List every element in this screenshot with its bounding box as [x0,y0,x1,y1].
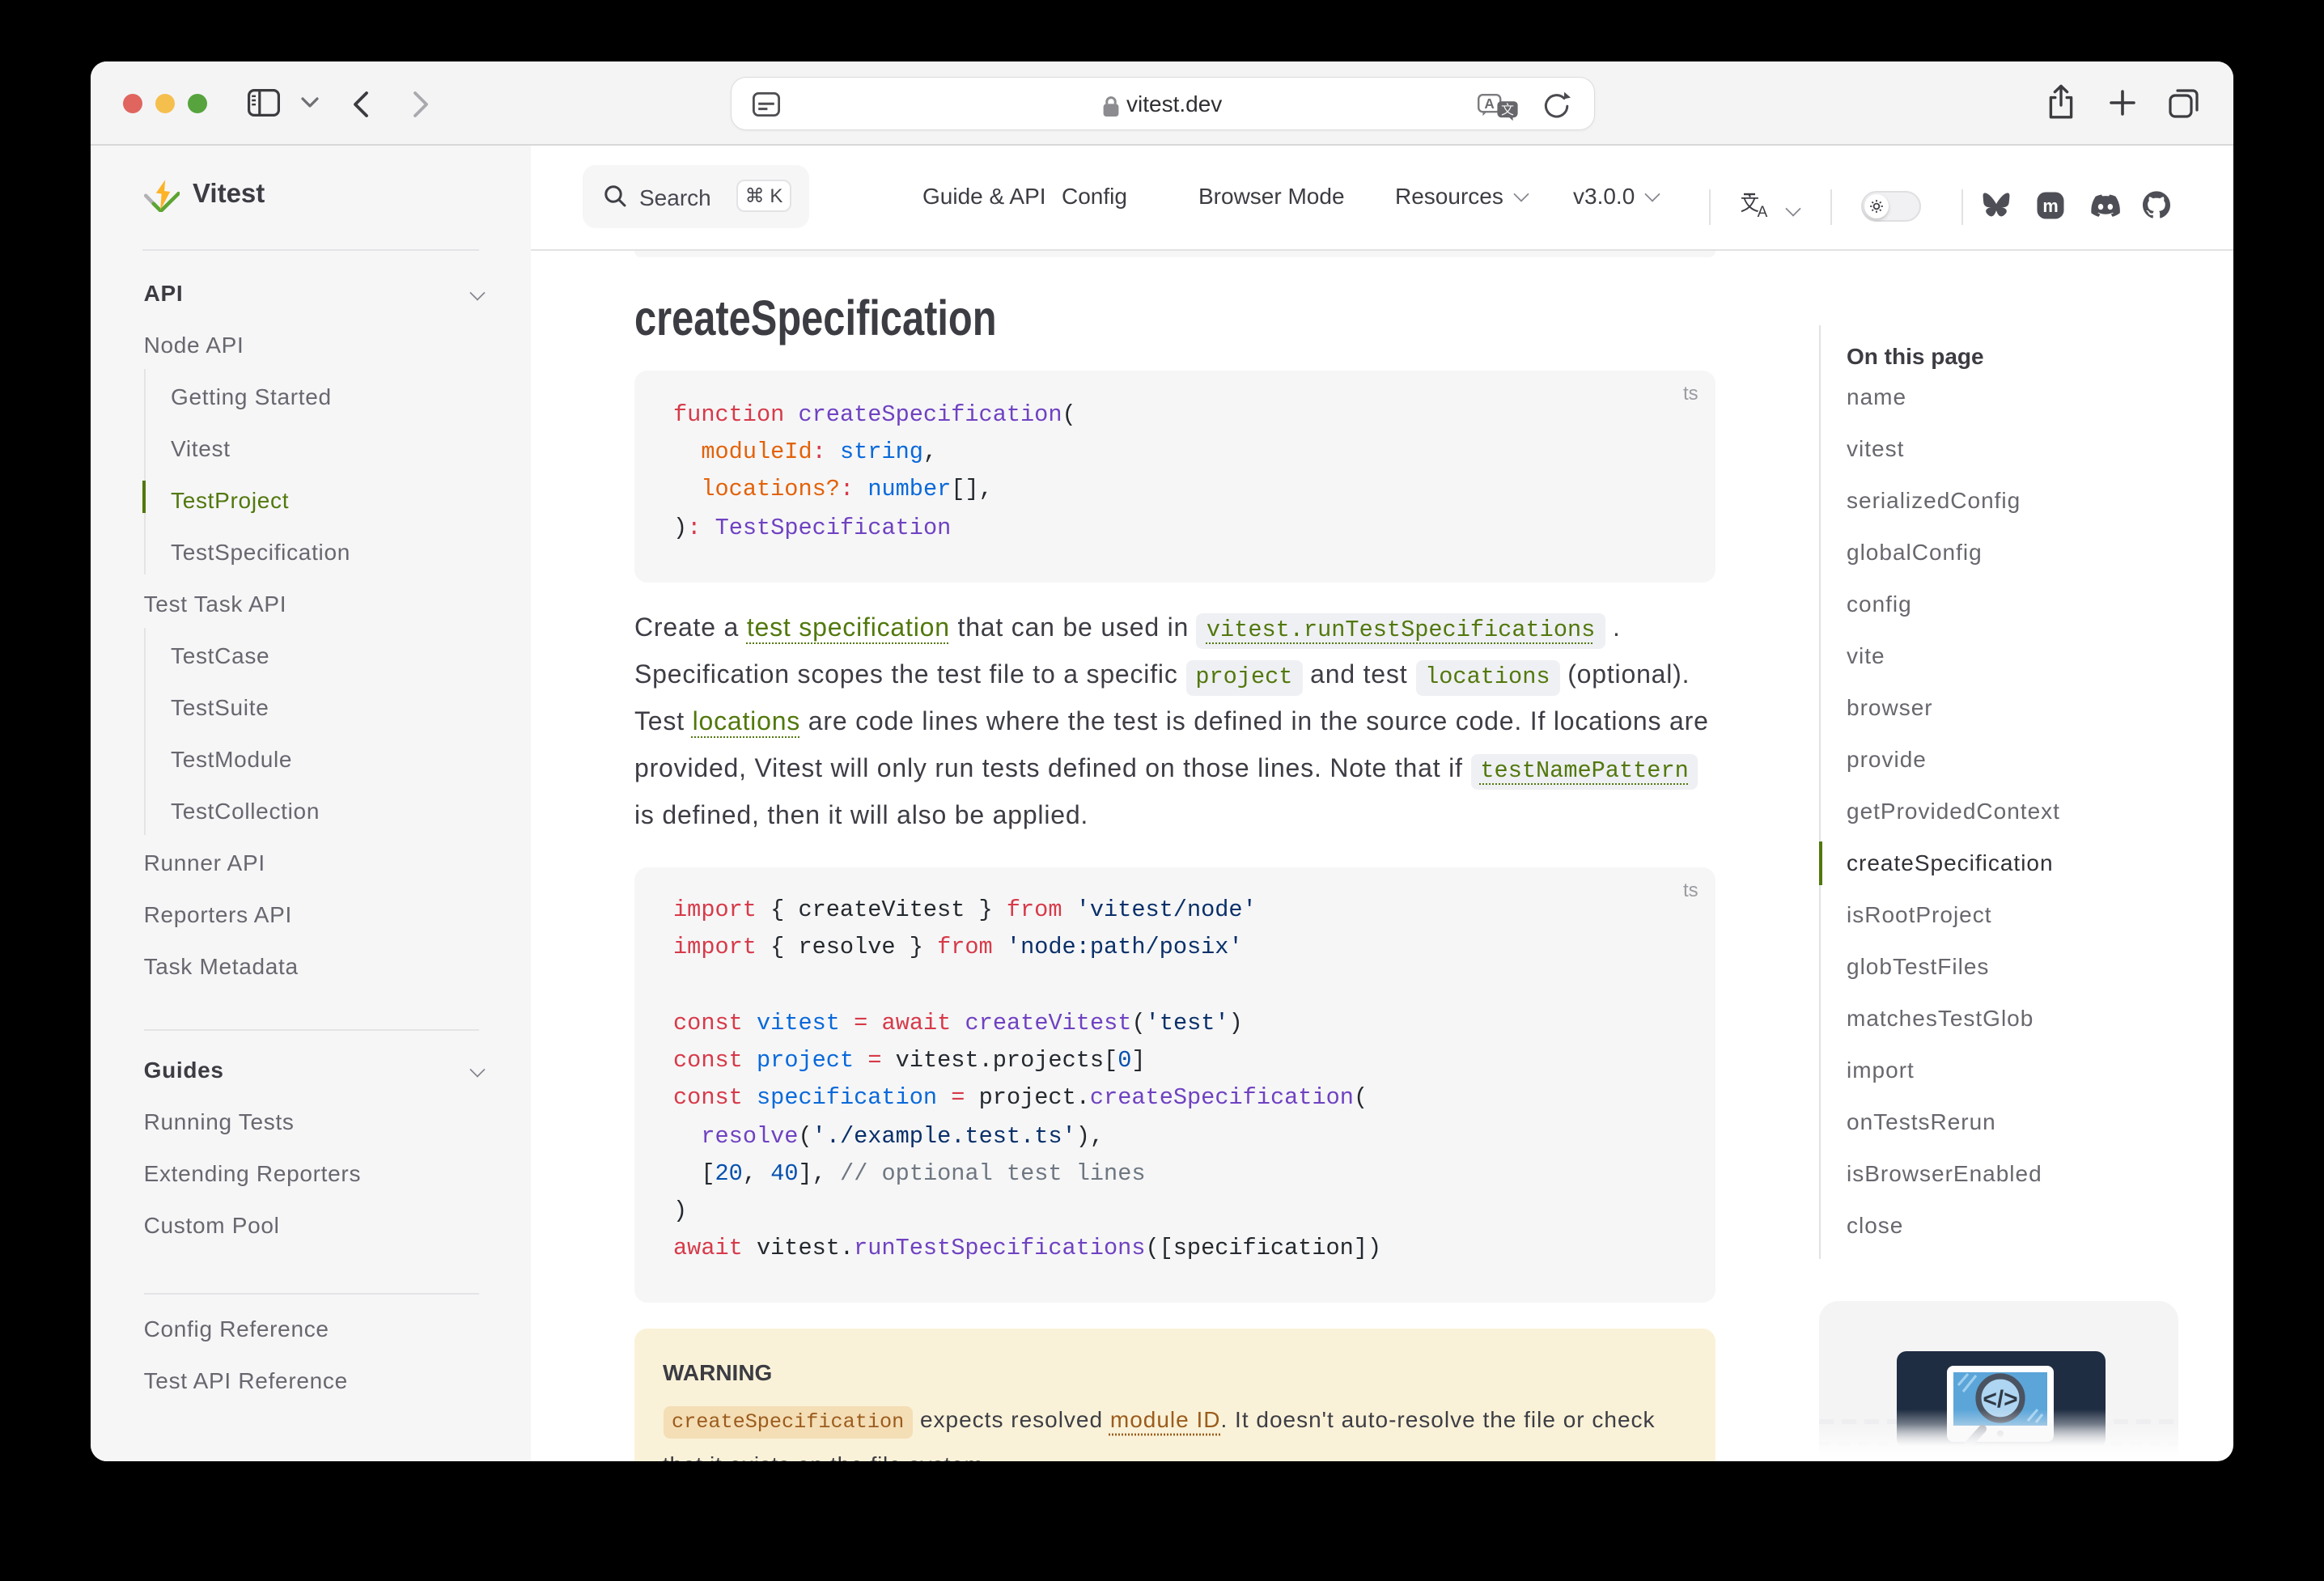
svg-text:文: 文 [1501,103,1514,117]
svg-text:m: m [2042,197,2057,217]
svg-text:A: A [1484,96,1494,112]
svg-text:A: A [1758,205,1768,219]
